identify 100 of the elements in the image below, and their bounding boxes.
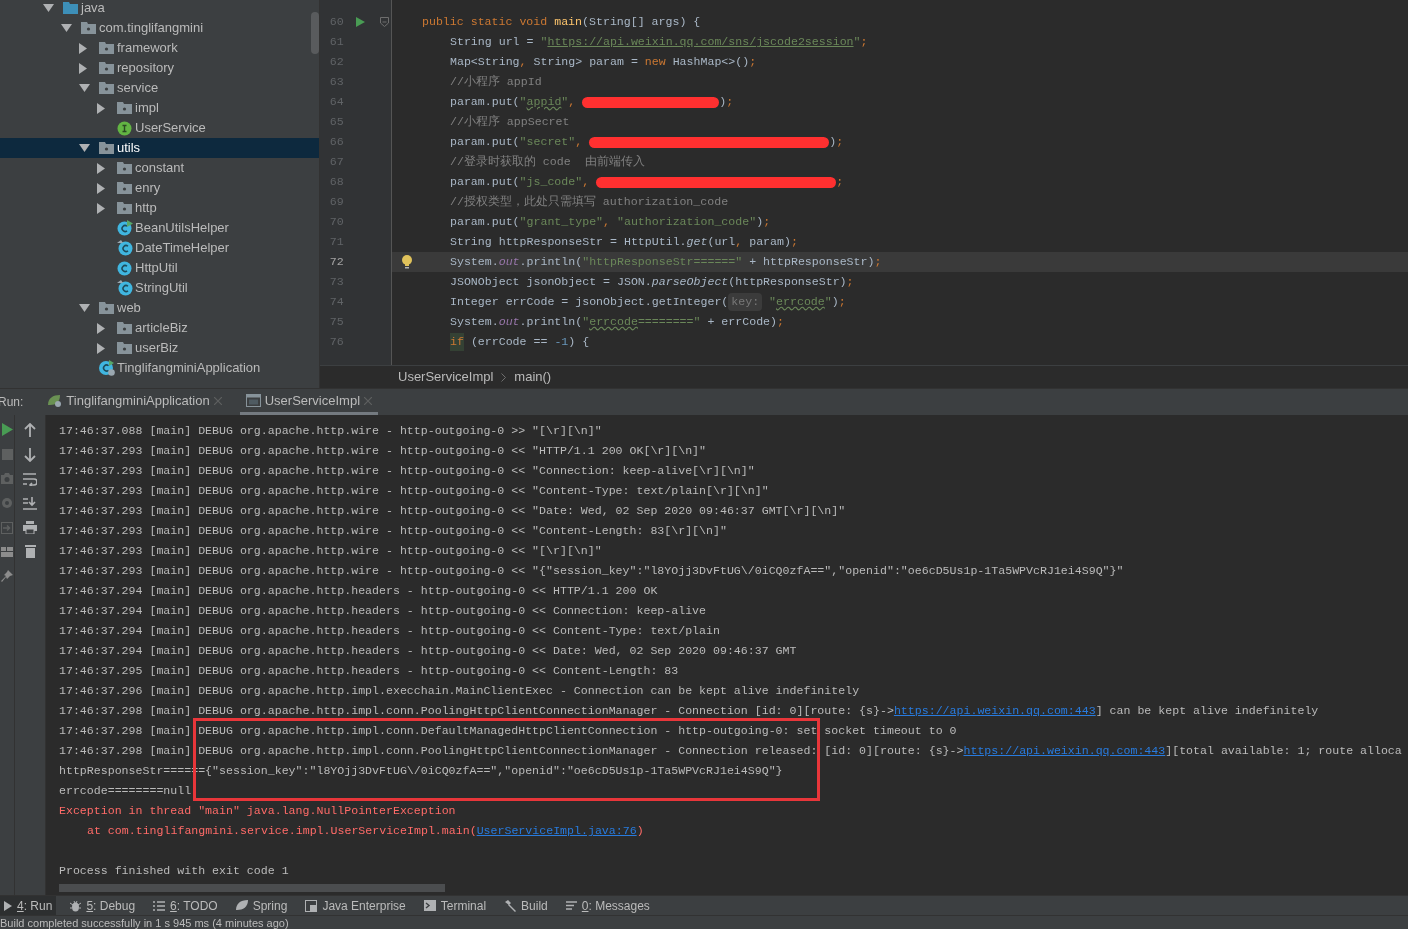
- tree-item[interactable]: framework: [117, 38, 178, 58]
- code-text: //登录时获取的 code 由前端传入: [450, 154, 645, 171]
- bug-icon: [70, 899, 82, 912]
- code-text: ;: [836, 174, 844, 191]
- tree-item[interactable]: BeanUtilsHelper: [135, 218, 229, 238]
- console-line: 17:46:37.298 [main] DEBUG org.apache.http.impl.conn.PoolingHttpClientConnectionManager - Connection [id: 0][route: {s}->https://api.weixin.qq.com:443] can be kept alive indefinitely: [59, 701, 1320, 721]
- tool-window-button[interactable]: Java Enterprise: [301, 896, 410, 915]
- code-text: param.put("js_code",: [450, 174, 591, 191]
- code-text: String httpResponseStr = HttpUtil.get(url, param);: [450, 234, 798, 251]
- link[interactable]: UserServiceImpl.java:76: [476, 822, 637, 840]
- run-icon[interactable]: [1, 423, 13, 436]
- code-text: param.put("secret",: [450, 134, 584, 151]
- scrollbar[interactable]: [59, 884, 445, 892]
- code-text: );: [829, 134, 844, 151]
- list-icon: [153, 900, 166, 911]
- wrap-icon[interactable]: [23, 473, 37, 486]
- folder-icon: [81, 22, 96, 34]
- tree-item[interactable]: articleBiz: [135, 318, 188, 338]
- run-icon[interactable]: [355, 17, 365, 27]
- tree-item[interactable]: com.tinglifangmini: [99, 18, 204, 38]
- up-arrow-icon[interactable]: [24, 423, 36, 437]
- console-line: 17:46:37.293 [main] DEBUG org.apache.http.wire - http-outgoing-0 << "{"session_key":"l8YOjj3DvFtUG\/0iCQ0zfA==","openid":"oe6cD5Us1p-1Ta5WPVcRJ1ei4S9Q"}": [59, 563, 1125, 580]
- tool-window-button[interactable]: 5: Debug: [66, 896, 140, 915]
- code-text: if (errCode == -1) {: [450, 333, 590, 351]
- tree-row-selected[interactable]: utils: [0, 138, 319, 158]
- link[interactable]: https://api.weixin.qq.com:443: [963, 742, 1166, 760]
- print-icon[interactable]: [23, 521, 37, 534]
- run-icon: [4, 900, 12, 911]
- console-line: errcode========null: [59, 783, 193, 800]
- tree-item[interactable]: impl: [135, 98, 159, 118]
- code-text: //授权类型，此处只需填写 authorization_code: [450, 194, 729, 211]
- terminal-icon: [423, 900, 436, 911]
- console-line: Process finished with exit code 1: [59, 863, 290, 880]
- code-text: );: [719, 94, 734, 111]
- tree-item[interactable]: web: [117, 298, 141, 318]
- tree-item[interactable]: DateTimeHelper: [135, 238, 230, 258]
- caret-down-icon[interactable]: [43, 4, 54, 12]
- console-line: 17:46:37.294 [main] DEBUG org.apache.http.headers - http-outgoing-0 << Connection: keep-alive: [59, 603, 708, 620]
- class-icon: [99, 360, 115, 376]
- pin-icon[interactable]: [1, 570, 13, 582]
- console-line: 17:46:37.293 [main] DEBUG org.apache.http.wire - http-outgoing-0 << "HTTP/1.1 200 OK[\r][\n]": [59, 443, 708, 460]
- caret-down-icon[interactable]: [79, 304, 90, 312]
- tool-window-button[interactable]: Spring: [231, 896, 292, 915]
- tool-window-button[interactable]: 0: Messages: [561, 896, 654, 915]
- console-line: Exception in thread "main" java.lang.NullPointerException: [59, 803, 457, 820]
- tree-item[interactable]: userBiz: [135, 338, 179, 358]
- tree-item[interactable]: UserService: [135, 118, 206, 138]
- code-text: System.out.println("httpResponseStr======" + httpResponseStr);: [450, 254, 882, 271]
- caret-right-icon[interactable]: [97, 182, 105, 194]
- code-text: param.put("appid",: [450, 94, 577, 111]
- class-icon: [117, 220, 133, 236]
- trash-icon[interactable]: [24, 545, 36, 558]
- folder-icon: [99, 42, 114, 54]
- tool-window-button[interactable]: 4: Run: [0, 896, 57, 915]
- console-line: 17:46:37.298 [main] DEBUG org.apache.http.impl.conn.DefaultManagedHttpClientConnection - http-outgoing-0: set socket timeout to 0: [59, 723, 958, 740]
- hammer-icon: [504, 899, 517, 912]
- console-line: 17:46:37.298 [main] DEBUG org.apache.http.impl.conn.PoolingHttpClientConnectionManager - Connection released: [id: 0][route: {s}->https://api.weixin.qq.com:443][total available: 1; route alloca: [59, 741, 1403, 761]
- caret-down-icon[interactable]: [79, 144, 90, 152]
- lightbulb-icon[interactable]: [402, 255, 412, 269]
- scroll-to-end-icon[interactable]: [23, 497, 37, 510]
- code-text: JSONObject jsonObject = JSON.parseObject(httpResponseStr);: [450, 274, 854, 291]
- down-arrow-icon[interactable]: [24, 448, 36, 462]
- tree-item[interactable]: StringUtil: [135, 278, 188, 298]
- caret-down-icon[interactable]: [79, 84, 90, 92]
- run-tab[interactable]: TinglifangminiApplication: [41, 389, 228, 415]
- caret-right-icon[interactable]: [79, 42, 87, 54]
- tree-item[interactable]: enry: [135, 178, 161, 198]
- tree-item[interactable]: HttpUtil: [135, 258, 178, 278]
- folder-icon: [117, 102, 132, 114]
- tree-item[interactable]: java: [81, 0, 105, 18]
- tree-item[interactable]: utils: [117, 138, 141, 158]
- tree-item[interactable]: TinglifangminiApplication: [117, 358, 261, 378]
- tool-window-button[interactable]: Build: [500, 896, 552, 915]
- interface-icon: [117, 120, 132, 136]
- caret-right-icon[interactable]: [97, 342, 105, 354]
- caret-right-icon[interactable]: [97, 162, 105, 174]
- tree-item[interactable]: http: [135, 198, 157, 218]
- layout-icon[interactable]: [1, 547, 13, 557]
- fold-icon[interactable]: [380, 17, 389, 27]
- caret-right-icon[interactable]: [79, 62, 87, 74]
- leaf-icon: [235, 900, 248, 911]
- class-icon: [117, 280, 133, 296]
- tree-item[interactable]: constant: [135, 158, 185, 178]
- tree-item[interactable]: repository: [117, 58, 175, 78]
- code-text: //小程序 appSecret: [450, 114, 570, 131]
- caret-right-icon[interactable]: [97, 102, 105, 114]
- breadcrumb-item[interactable]: main(): [514, 367, 552, 387]
- caret-right-icon[interactable]: [97, 202, 105, 214]
- window-icon: [305, 899, 318, 912]
- code-text: //小程序 appId: [450, 74, 542, 91]
- folder-icon: [117, 322, 132, 334]
- tool-window-button[interactable]: 6: TODO: [149, 896, 222, 915]
- link[interactable]: https://api.weixin.qq.com:443: [893, 702, 1096, 720]
- tool-window-button[interactable]: Terminal: [419, 896, 491, 915]
- scrollbar[interactable]: [311, 12, 319, 54]
- console-line: 17:46:37.293 [main] DEBUG org.apache.http.wire - http-outgoing-0 << "Date: Wed, 02 Sep 2020 09:46:37 GMT[\r][\n]": [59, 503, 847, 520]
- caret-right-icon[interactable]: [97, 322, 105, 334]
- breadcrumb-item[interactable]: UserServiceImpl: [398, 367, 494, 387]
- tree-item[interactable]: service: [117, 78, 159, 98]
- caret-down-icon[interactable]: [61, 24, 72, 32]
